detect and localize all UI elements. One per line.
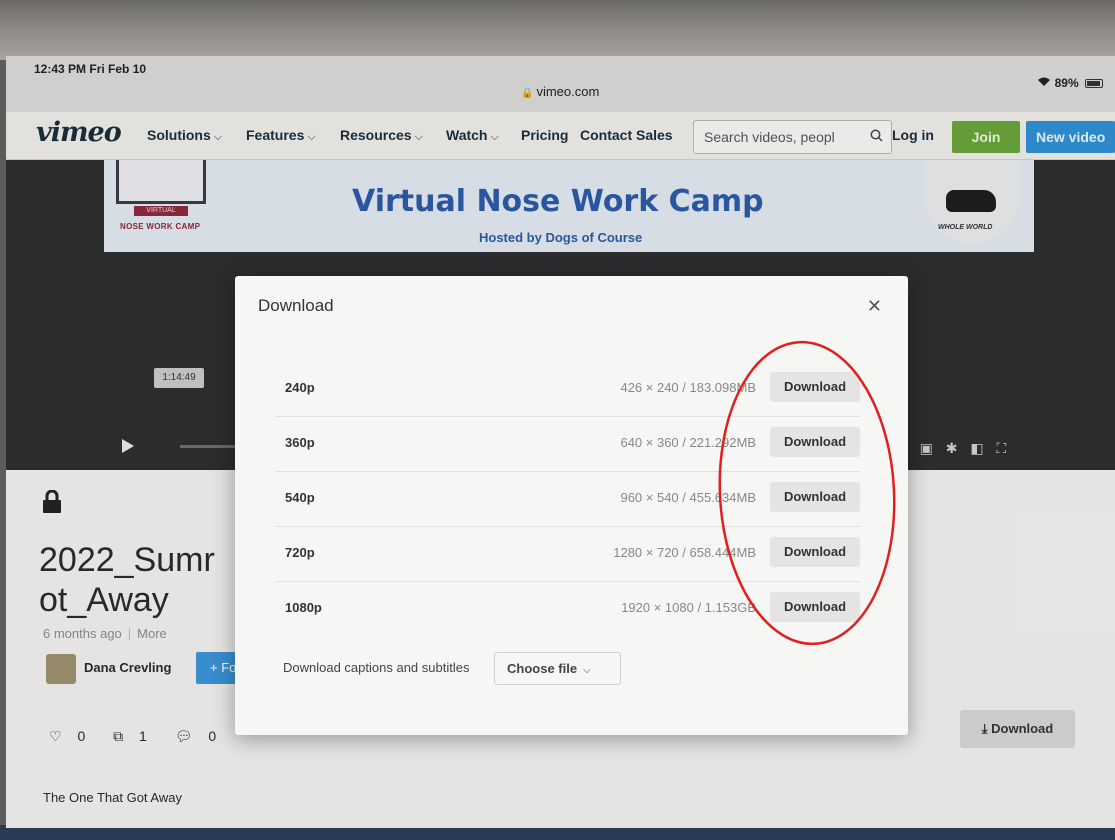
file-size: 640 × 360 / 221.292MB [620, 435, 756, 450]
download-row-360p: 360p 640 × 360 / 221.292MB Download [275, 417, 860, 472]
download-row-720p: 720p 1280 × 720 / 658.444MB Download [275, 527, 860, 582]
download-240p-button[interactable]: Download [770, 372, 860, 402]
file-size: 1920 × 1080 / 1.153GB [621, 600, 756, 615]
download-720p-button[interactable]: Download [770, 537, 860, 567]
captions-label: Download captions and subtitles [283, 660, 470, 675]
close-icon[interactable]: ✕ [867, 296, 882, 317]
download-modal: Download ✕ 240p 426 × 240 / 183.098MB Do… [235, 276, 908, 735]
modal-title: Download [258, 296, 334, 315]
download-row-240p: 240p 426 × 240 / 183.098MB Download [275, 362, 860, 417]
choose-file-dropdown[interactable]: Choose file ⌵ [494, 652, 621, 685]
download-1080p-button[interactable]: Download [770, 592, 860, 622]
download-360p-button[interactable]: Download [770, 427, 860, 457]
photo-background-top [0, 0, 1115, 60]
resolution-label: 360p [285, 435, 315, 450]
resolution-label: 540p [285, 490, 315, 505]
download-row-1080p: 1080p 1920 × 1080 / 1.153GB Download [275, 582, 860, 637]
file-size: 1280 × 720 / 658.444MB [613, 545, 756, 560]
chevron-down-icon: ⌵ [583, 665, 591, 676]
file-size: 426 × 240 / 183.098MB [620, 380, 756, 395]
download-row-540p: 540p 960 × 540 / 455.634MB Download [275, 472, 860, 527]
download-options-list: 240p 426 × 240 / 183.098MB Download 360p… [275, 362, 860, 637]
resolution-label: 240p [285, 380, 315, 395]
resolution-label: 1080p [285, 600, 322, 615]
resolution-label: 720p [285, 545, 315, 560]
ipad-screen: 12:43 PM Fri Feb 10 🔒 vimeo.com 89% vimeo… [6, 56, 1115, 828]
download-540p-button[interactable]: Download [770, 482, 860, 512]
file-size: 960 × 540 / 455.634MB [620, 490, 756, 505]
